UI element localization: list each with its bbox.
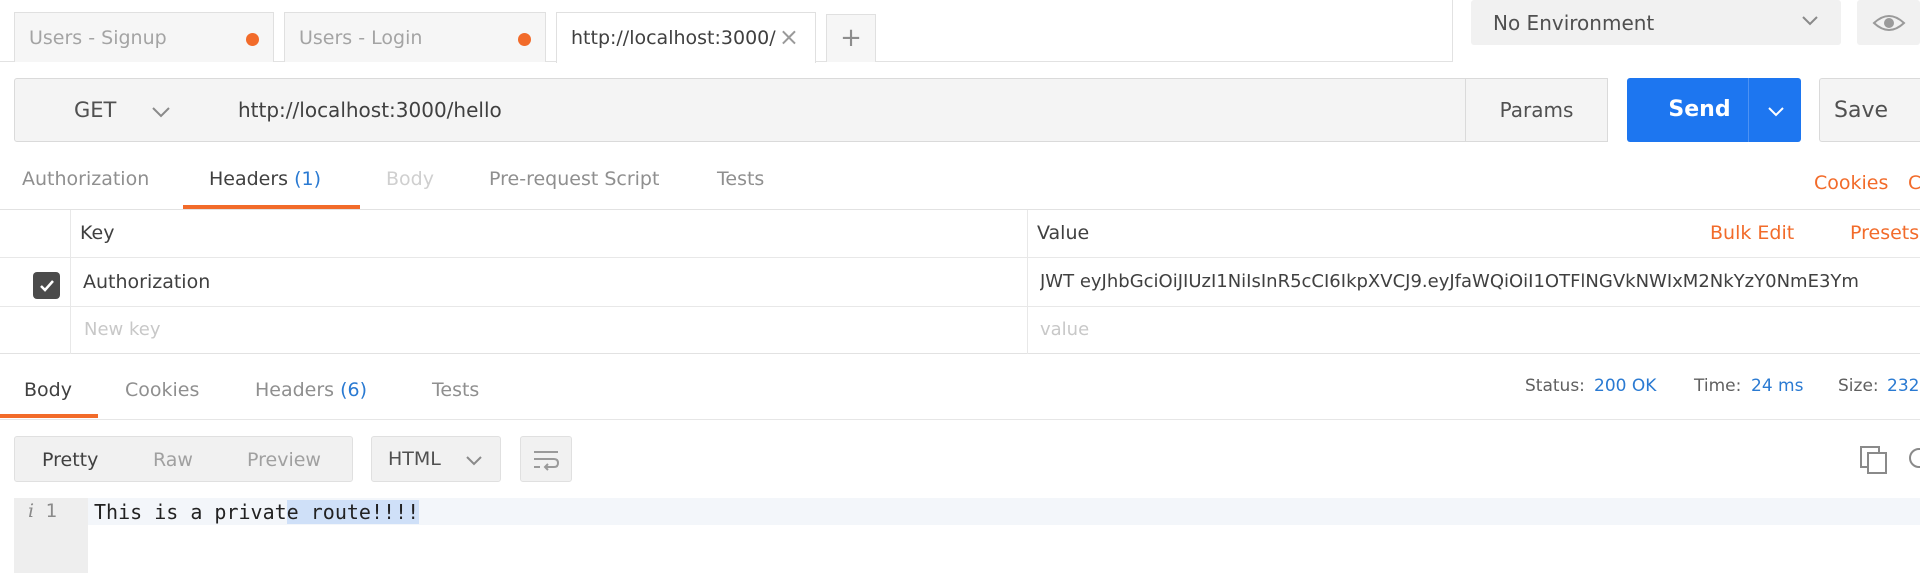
params-button[interactable]: Params [1465,78,1608,142]
size-value[interactable]: 232 [1887,376,1920,396]
copy-icon[interactable] [1858,444,1890,476]
new-key-input[interactable]: New key [84,319,161,340]
tab-users-signup[interactable]: Users - Signup [14,12,274,62]
new-value-input[interactable]: value [1040,319,1089,340]
status-value[interactable]: 200 OK [1594,376,1656,396]
header-key-field[interactable]: Authorization [83,271,210,293]
chevron-down-icon [466,456,482,466]
format-selected: HTML [388,448,441,470]
tab-users-login[interactable]: Users - Login [284,12,546,62]
tab-headers-label: Headers [209,168,289,190]
tab-authorization[interactable]: Authorization [22,168,149,190]
value-column-header: Value [1037,222,1090,244]
chevron-down-icon [1802,16,1818,26]
table-divider [70,210,71,354]
method-label: GET [74,98,117,122]
wrap-lines-button[interactable] [520,436,572,482]
response-tab-tests[interactable]: Tests [432,379,479,401]
method-select[interactable]: GET [14,78,220,142]
response-line[interactable]: This is a private route!!!! [94,500,420,524]
table-divider [0,306,1920,307]
header-enabled-checkbox[interactable] [33,272,60,299]
size-label: Size: [1838,376,1879,396]
save-button[interactable]: Save [1819,78,1920,142]
eye-icon [1872,14,1905,31]
checkmark-icon [39,279,54,292]
send-button[interactable]: Send [1627,78,1801,142]
response-tab-cookies[interactable]: Cookies [125,379,199,401]
response-tab-body[interactable]: Body [24,379,72,401]
tab-body[interactable]: Body [386,168,434,190]
close-icon[interactable]: × [779,23,799,51]
table-divider [0,257,1920,258]
tab-headers[interactable]: Headers (1) [209,168,321,190]
time-value[interactable]: 24 ms [1751,376,1803,396]
chevron-down-icon[interactable] [1765,100,1787,122]
header-value-field[interactable]: JWT eyJhbGciOiJIUzI1NiIsInR5cCI6IkpXVCJ9… [1040,271,1920,292]
format-select[interactable]: HTML [371,436,501,482]
environment-select[interactable]: No Environment [1471,0,1841,45]
key-column-header: Key [80,222,115,244]
search-icon[interactable] [1906,444,1920,476]
wrap-lines-icon [534,451,560,471]
selected-text: e route!!!! [286,500,420,524]
unsaved-indicator-icon [246,33,259,46]
url-text: http://localhost:3000/hello [238,98,502,122]
tab-tests[interactable]: Tests [717,168,764,190]
new-tab-button[interactable]: + [826,14,876,62]
cookies-link[interactable]: Cookies [1814,172,1888,194]
unsaved-indicator-icon [518,33,531,46]
send-label: Send [1668,97,1731,122]
code-text: This is a privat [94,500,287,524]
response-tab-headers[interactable]: Headers (6) [255,379,367,401]
line-number: i 1 [28,500,57,522]
tab-label: http://localhost:3000/ [571,27,776,49]
active-tab-indicator [0,414,98,418]
status-label: Status: [1525,376,1585,396]
time-label: Time: [1694,376,1742,396]
chevron-down-icon [152,107,170,118]
view-mode-raw[interactable]: Raw [153,449,193,471]
response-tab-headers-count: (6) [340,379,368,401]
send-divider [1748,78,1749,142]
bulk-edit-link[interactable]: Bulk Edit [1710,222,1794,244]
save-label: Save [1834,97,1889,123]
environment-quick-look-button[interactable] [1857,0,1920,45]
tab-label: Users - Login [299,26,423,49]
code-link[interactable]: C [1908,172,1920,194]
response-tab-headers-label: Headers [255,379,335,401]
url-input[interactable]: http://localhost:3000/hello [219,78,1466,142]
view-mode-preview[interactable]: Preview [247,449,321,471]
info-icon: i [28,500,35,522]
presets-link[interactable]: Presets [1850,222,1919,244]
table-divider [1027,210,1028,354]
view-mode-pretty[interactable]: Pretty [42,449,98,471]
environment-selected: No Environment [1493,10,1655,35]
tab-label: Users - Signup [29,26,167,49]
tab-pre-request-script[interactable]: Pre-request Script [489,168,659,190]
tab-headers-count: (1) [294,168,322,190]
tab-localhost[interactable]: http://localhost:3000/ × [556,12,816,63]
